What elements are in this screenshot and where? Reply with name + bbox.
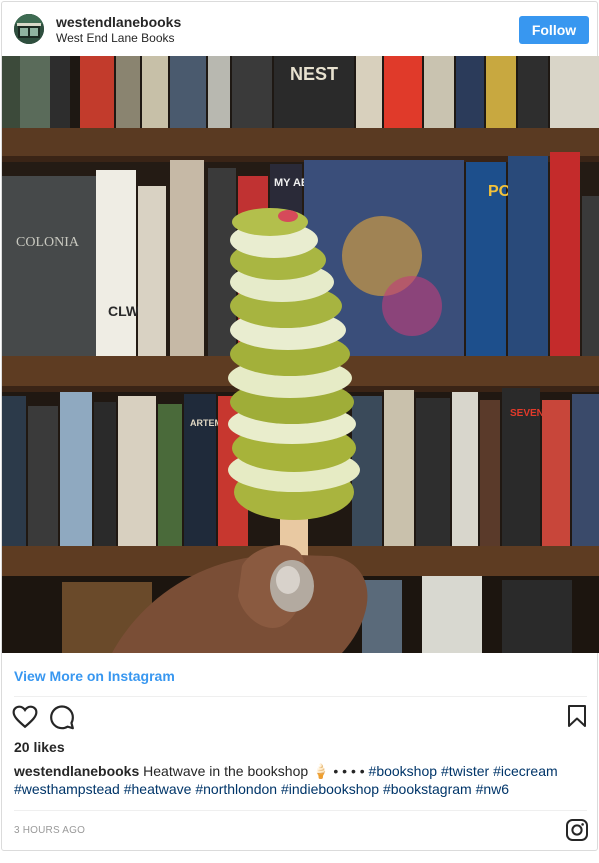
avatar[interactable]: [14, 14, 44, 44]
instagram-icon[interactable]: [565, 818, 589, 842]
book-spine-nest: NEST: [290, 64, 338, 84]
hashtag-heatwave[interactable]: #heatwave: [124, 781, 192, 797]
hashtag-westhampstead[interactable]: #westhampstead: [14, 781, 120, 797]
divider: [14, 696, 587, 697]
hashtag-nw6[interactable]: #nw6: [476, 781, 509, 797]
ice-lolly-bookshelf-image: NEST COLONIA CLW MY AB ARTEMIS SEVENTEEN: [2, 56, 599, 653]
hashtag-icecream[interactable]: #icecream: [493, 763, 558, 779]
header-username[interactable]: westendlanebooks: [56, 14, 181, 30]
hashtag-bookstagram[interactable]: #bookstagram: [383, 781, 472, 797]
bookmark-icon[interactable]: [565, 704, 589, 728]
likes-count[interactable]: 20 likes: [14, 739, 65, 755]
caption-text: Heatwave in the bookshop 🍦 • • • •: [139, 763, 369, 779]
hashtag-indiebookshop[interactable]: #indiebookshop: [281, 781, 379, 797]
book-spine-colonia: COLONIA: [16, 235, 80, 250]
caption-username[interactable]: westendlanebooks: [14, 763, 139, 779]
top-shelf: NEST: [2, 56, 599, 130]
follow-button[interactable]: Follow: [519, 16, 589, 44]
divider: [14, 810, 587, 811]
book-spine-clw: CLW: [108, 303, 140, 319]
hashtag-bookshop[interactable]: #bookshop: [369, 763, 438, 779]
hashtag-northlondon[interactable]: #northlondon: [195, 781, 277, 797]
post-photo[interactable]: NEST COLONIA CLW MY AB ARTEMIS SEVENTEEN: [2, 56, 599, 653]
heart-icon[interactable]: [12, 704, 38, 730]
book-spine-my-ab: MY AB: [274, 177, 309, 189]
instagram-embed-card: westendlanebooks West End Lane Books Fol…: [1, 1, 599, 851]
header-location[interactable]: West End Lane Books: [56, 31, 175, 45]
view-more-link[interactable]: View More on Instagram: [14, 668, 175, 684]
hashtag-twister[interactable]: #twister: [441, 763, 489, 779]
post-header: westendlanebooks West End Lane Books Fol…: [2, 2, 597, 56]
post-timestamp[interactable]: 3 HOURS AGO: [14, 825, 85, 836]
comment-icon[interactable]: [49, 704, 75, 730]
post-caption: westendlanebooks Heatwave in the booksho…: [14, 762, 587, 798]
bookshop-storefront-avatar-icon: [14, 14, 44, 44]
